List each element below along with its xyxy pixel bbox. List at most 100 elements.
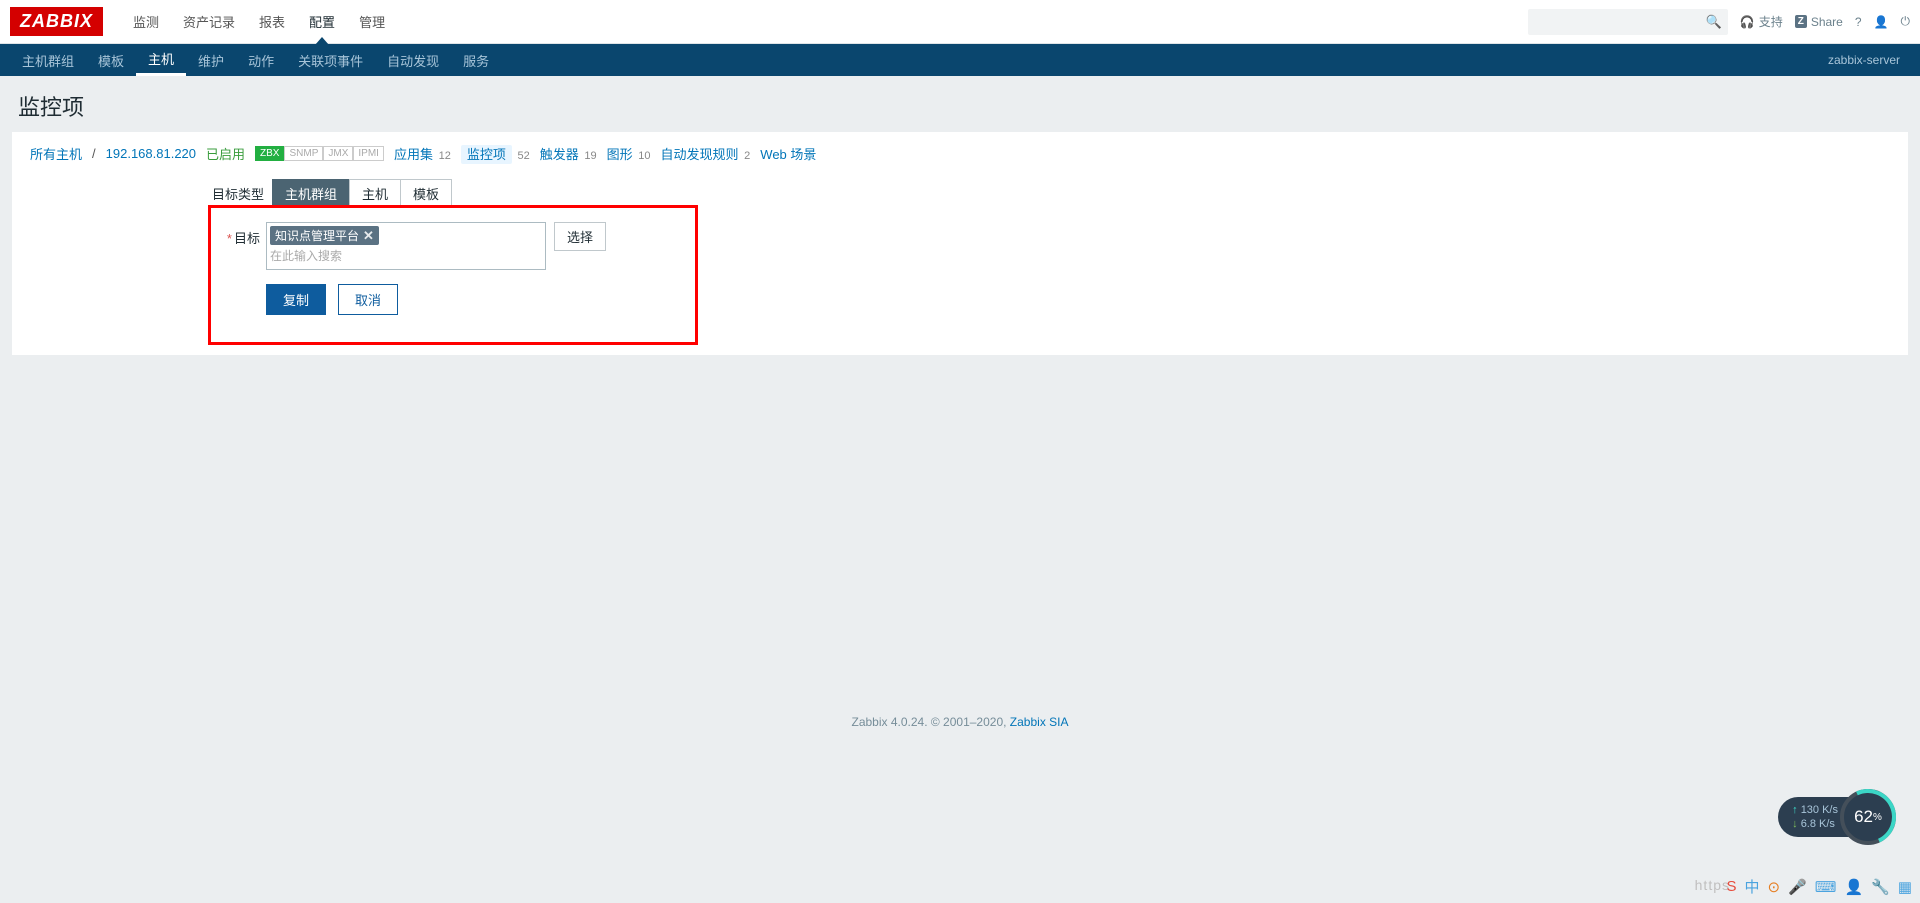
action-row: 复制 取消 — [266, 284, 398, 315]
user-icon[interactable]: 👤 — [1874, 15, 1889, 29]
tag-remove-icon[interactable]: ✕ — [363, 228, 374, 244]
target-type-row: 目标类型 主机群组 主机 模板 — [212, 179, 452, 208]
target-multiselect[interactable]: 知识点管理平台 ✕ — [266, 222, 546, 270]
topnav-configuration[interactable]: 配置 — [297, 0, 347, 44]
topnav-reports[interactable]: 报表 — [247, 0, 297, 44]
support-link[interactable]: 🎧 支持 — [1740, 13, 1783, 30]
page-header: 监控项 — [0, 76, 1920, 132]
seg-template[interactable]: 模板 — [400, 179, 452, 208]
crumb-trig-count: 19 — [584, 150, 596, 162]
search-wrap: 🔍 — [1528, 9, 1728, 35]
proto-zbx[interactable]: ZBX — [255, 146, 284, 161]
bc-host-ip[interactable]: 192.168.81.220 — [106, 146, 196, 161]
crumb-triggers[interactable]: 触发器 19 — [540, 144, 597, 163]
url-hint: https — [1695, 877, 1730, 893]
crumb-applications[interactable]: 应用集 12 — [394, 144, 451, 163]
z-badge-icon: Z — [1795, 15, 1807, 28]
tray-grid-icon[interactable]: ▦ — [1898, 878, 1912, 896]
cancel-button[interactable]: 取消 — [338, 284, 398, 315]
logo[interactable]: ZABBIX — [10, 7, 103, 36]
multiselect-input[interactable] — [270, 249, 542, 263]
copy-button[interactable]: 复制 — [266, 284, 326, 315]
target-type-label: 目标类型 — [212, 184, 264, 203]
target-label: *目标 — [212, 222, 266, 247]
crumb-trig-label: 触发器 — [540, 147, 579, 162]
perf-widget[interactable]: ↑ 130 K/s ↓ 6.8 K/s 62% — [1778, 789, 1896, 845]
perf-up-row: ↑ 130 K/s — [1792, 803, 1838, 817]
perf-down-row: ↓ 6.8 K/s — [1792, 817, 1838, 831]
selected-tag: 知识点管理平台 ✕ — [270, 226, 379, 245]
subnav-services[interactable]: 服务 — [451, 44, 501, 76]
system-tray: S 中 ⊙ 🎤 ⌨ 👤 🔧 ▦ — [1726, 876, 1912, 897]
content-card: 所有主机 / 192.168.81.220 已启用 ZBX SNMP JMX I… — [12, 132, 1908, 355]
crumb-items-label: 监控项 — [461, 145, 512, 164]
bc-all-hosts[interactable]: 所有主机 — [30, 144, 82, 163]
perf-down-value: 6.8 K/s — [1801, 818, 1835, 830]
proto-snmp[interactable]: SNMP — [284, 146, 323, 161]
crumb-items-count: 52 — [517, 150, 529, 162]
tray-wrench-icon[interactable]: 🔧 — [1871, 878, 1890, 896]
form-wrap: 目标类型 主机群组 主机 模板 *目标 知识点管理平台 ✕ 选择 复制 取消 — [22, 179, 1898, 315]
crumb-items[interactable]: 监控项 52 — [461, 144, 530, 163]
share-label: Share — [1811, 15, 1843, 29]
top-right-group: 🔍 🎧 支持 Z Share ? 👤 ⏻ — [1528, 9, 1910, 35]
top-bar: ZABBIX 监测 资产记录 报表 配置 管理 🔍 🎧 支持 Z Share ?… — [0, 0, 1920, 44]
required-asterisk: * — [227, 231, 232, 246]
help-icon[interactable]: ? — [1855, 15, 1862, 29]
footer-link[interactable]: Zabbix SIA — [1010, 715, 1069, 729]
proto-group: ZBX SNMP JMX IPMI — [255, 146, 384, 161]
support-label: 支持 — [1759, 13, 1783, 30]
search-icon[interactable]: 🔍 — [1706, 14, 1722, 30]
crumb-web[interactable]: Web 场景 — [760, 144, 816, 163]
search-input[interactable] — [1528, 9, 1728, 35]
topnav-administration[interactable]: 管理 — [347, 0, 397, 44]
crumb-graph-count: 10 — [638, 150, 650, 162]
crumb-discovery[interactable]: 自动发现规则 2 — [661, 144, 751, 163]
tray-circle-icon[interactable]: ⊙ — [1768, 878, 1781, 896]
server-name: zabbix-server — [1828, 53, 1910, 67]
proto-ipmi[interactable]: IPMI — [353, 146, 384, 161]
tray-s-icon[interactable]: S — [1726, 878, 1736, 895]
perf-up-value: 130 K/s — [1801, 804, 1838, 816]
subnav-correlation[interactable]: 关联项事件 — [286, 44, 375, 76]
subnav-actions[interactable]: 动作 — [236, 44, 286, 76]
page-title: 监控项 — [18, 90, 1902, 122]
subnav-discovery[interactable]: 自动发现 — [375, 44, 451, 76]
bc-status: 已启用 — [206, 144, 245, 163]
crumb-web-label: Web 场景 — [760, 147, 816, 162]
tray-person-icon[interactable]: 👤 — [1844, 878, 1863, 896]
footer-text: Zabbix 4.0.24. © 2001–2020, — [852, 715, 1010, 729]
crumb-graphs[interactable]: 图形 10 — [607, 144, 651, 163]
breadcrumb: 所有主机 / 192.168.81.220 已启用 ZBX SNMP JMX I… — [22, 144, 1898, 179]
perf-pct: 62 — [1854, 807, 1873, 827]
bc-sep: / — [92, 146, 96, 161]
form-area: 目标类型 主机群组 主机 模板 *目标 知识点管理平台 ✕ 选择 复制 取消 — [212, 179, 1898, 315]
subnav-hostgroups[interactable]: 主机群组 — [10, 44, 86, 76]
topnav-monitoring[interactable]: 监测 — [121, 0, 171, 44]
tray-ime-icon[interactable]: 中 — [1745, 876, 1760, 897]
arrow-down-icon: ↓ — [1792, 818, 1798, 830]
tag-text: 知识点管理平台 — [275, 227, 359, 244]
perf-pct-unit: % — [1873, 812, 1882, 823]
proto-jmx[interactable]: JMX — [323, 146, 353, 161]
crumb-disc-count: 2 — [744, 150, 750, 162]
seg-host[interactable]: 主机 — [349, 179, 401, 208]
subnav-hosts[interactable]: 主机 — [136, 44, 186, 76]
topnav-inventory[interactable]: 资产记录 — [171, 0, 247, 44]
crumb-graph-label: 图形 — [607, 147, 633, 162]
arrow-up-icon: ↑ — [1792, 804, 1798, 816]
footer: Zabbix 4.0.24. © 2001–2020, Zabbix SIA — [0, 375, 1920, 739]
crumb-disc-label: 自动发现规则 — [661, 147, 739, 162]
perf-circle[interactable]: 62% — [1840, 789, 1896, 845]
tray-keyboard-icon[interactable]: ⌨ — [1815, 878, 1837, 896]
sub-nav: 主机群组 模板 主机 维护 动作 关联项事件 自动发现 服务 zabbix-se… — [0, 44, 1920, 76]
tray-mic-icon[interactable]: 🎤 — [1788, 878, 1807, 896]
crumb-app-label: 应用集 — [394, 147, 433, 162]
seg-hostgroup[interactable]: 主机群组 — [272, 179, 350, 208]
power-icon[interactable]: ⏻ — [1901, 14, 1911, 29]
subnav-maintenance[interactable]: 维护 — [186, 44, 236, 76]
crumb-app-count: 12 — [439, 150, 451, 162]
share-link[interactable]: Z Share — [1795, 15, 1843, 29]
subnav-templates[interactable]: 模板 — [86, 44, 136, 76]
select-button[interactable]: 选择 — [554, 222, 606, 251]
